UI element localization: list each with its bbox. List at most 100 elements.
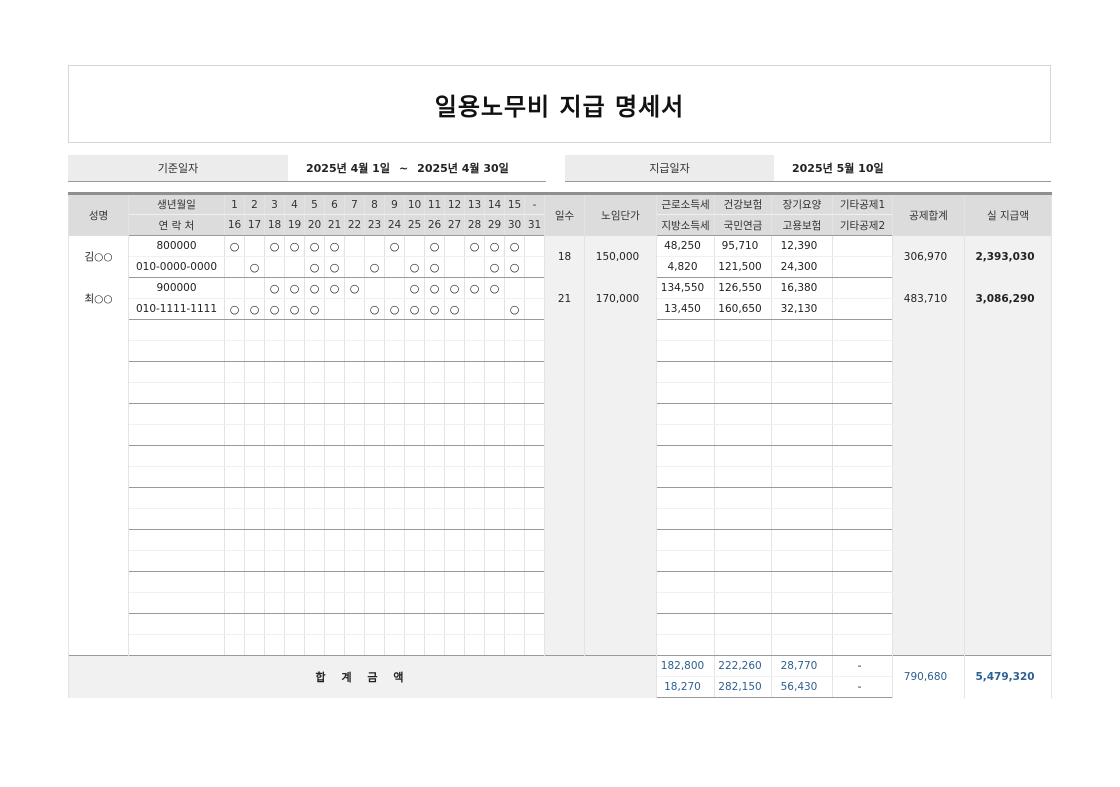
- attendance-mark: ○: [444, 298, 465, 320]
- empty-cell: [464, 592, 485, 614]
- empty-cell: [504, 487, 525, 509]
- worker-local-tax: 4,820: [656, 256, 715, 278]
- attendance-mark: ○: [244, 298, 265, 320]
- worker-employment: 24,300: [771, 256, 833, 278]
- empty-cell: [384, 550, 405, 572]
- attendance-mark: [444, 235, 465, 257]
- empty-cell: [464, 340, 485, 362]
- empty-cell: [244, 487, 265, 509]
- empty-cell: [324, 634, 345, 656]
- empty-cell: [584, 529, 657, 572]
- empty-cell: [444, 382, 465, 404]
- empty-cell: [404, 382, 425, 404]
- empty-cell: [264, 403, 285, 425]
- empty-cell: [544, 445, 585, 488]
- empty-cell: [656, 445, 715, 467]
- empty-cell: [656, 634, 715, 656]
- empty-cell: [464, 319, 485, 341]
- empty-cell: [284, 466, 305, 488]
- empty-cell: [714, 529, 772, 551]
- empty-cell: [404, 445, 425, 467]
- empty-cell: [584, 487, 657, 530]
- empty-cell: [444, 466, 465, 488]
- empty-cell: [424, 550, 445, 572]
- attendance-mark: ○: [464, 235, 485, 257]
- attendance-mark: ○: [424, 298, 445, 320]
- worker-other1: [832, 235, 893, 257]
- attendance-mark: ○: [264, 277, 285, 299]
- worker-name: 김○○: [68, 235, 129, 278]
- empty-cell: [224, 634, 245, 656]
- empty-cell: [444, 634, 465, 656]
- empty-cell: [284, 382, 305, 404]
- title-box: 일용노무비 지급 명세서: [68, 65, 1051, 143]
- attendance-mark: ○: [484, 256, 505, 278]
- empty-cell: [128, 445, 225, 467]
- header-day: 17: [244, 214, 265, 236]
- base-date-from: 2025년 4월 1일: [306, 162, 390, 175]
- attendance-mark: ○: [404, 256, 425, 278]
- worker-long-term: 16,380: [771, 277, 833, 299]
- empty-cell: [224, 382, 245, 404]
- empty-cell: [264, 634, 285, 656]
- empty-cell: [404, 319, 425, 341]
- empty-cell: [284, 613, 305, 635]
- empty-cell: [224, 424, 245, 446]
- worker-work-days: 21: [544, 277, 585, 320]
- empty-cell: [344, 340, 365, 362]
- empty-cell: [424, 634, 445, 656]
- empty-cell: [344, 466, 365, 488]
- empty-cell: [384, 445, 405, 467]
- empty-cell: [771, 361, 833, 383]
- empty-row-top: [68, 613, 1052, 656]
- empty-cell: [324, 319, 345, 341]
- worker-deduction-total: 483,710: [892, 277, 965, 320]
- empty-cell: [244, 382, 265, 404]
- attendance-mark: [504, 277, 525, 299]
- header-pension: 국민연금: [714, 214, 772, 236]
- empty-cell: [484, 550, 505, 572]
- empty-cell: [424, 319, 445, 341]
- empty-cell: [384, 592, 405, 614]
- header-unit-price: 노임단가: [584, 192, 657, 236]
- empty-cell: [224, 466, 245, 488]
- attendance-mark: [224, 256, 245, 278]
- empty-cell: [484, 340, 505, 362]
- empty-cell: [464, 550, 485, 572]
- worker-unit-price: 170,000: [584, 277, 657, 320]
- empty-cell: [344, 319, 365, 341]
- empty-cell: [444, 319, 465, 341]
- attendance-mark: ○: [504, 235, 525, 257]
- empty-cell: [284, 403, 305, 425]
- header-day: 3: [264, 192, 285, 215]
- empty-cell: [832, 319, 893, 341]
- empty-cell: [264, 424, 285, 446]
- empty-cell: [264, 592, 285, 614]
- worker-net-pay: 3,086,290: [964, 277, 1052, 320]
- empty-cell: [504, 361, 525, 383]
- worker-deduction-total: 306,970: [892, 235, 965, 278]
- empty-cell: [524, 592, 545, 614]
- total-employment: 56,430: [771, 676, 833, 698]
- empty-cell: [892, 613, 965, 656]
- total-local-tax: 18,270: [656, 676, 715, 698]
- empty-cell: [484, 466, 505, 488]
- empty-cell: [656, 613, 715, 635]
- empty-cell: [656, 529, 715, 551]
- empty-cell: [892, 529, 965, 572]
- empty-cell: [304, 445, 325, 467]
- empty-cell: [504, 508, 525, 530]
- worker-health: 126,550: [714, 277, 772, 299]
- attendance-mark: [444, 256, 465, 278]
- empty-cell: [771, 340, 833, 362]
- empty-cell: [964, 487, 1052, 530]
- attendance-mark: [244, 277, 265, 299]
- worker-row-top: 최○○ 900000 ○ ○ ○ ○ ○ ○ ○ ○ ○ ○ 21 170,000 134,550 126,5…: [68, 277, 1052, 320]
- empty-cell: [384, 613, 405, 635]
- empty-cell: [832, 529, 893, 551]
- header-day: 15: [504, 192, 525, 215]
- header-contact: 연 락 처: [128, 214, 225, 236]
- empty-cell: [524, 487, 545, 509]
- totals-row-top: 합 계 금 액 182,800 222,260 28,770-790,680 5,479…: [68, 655, 1052, 698]
- empty-cell: [544, 403, 585, 446]
